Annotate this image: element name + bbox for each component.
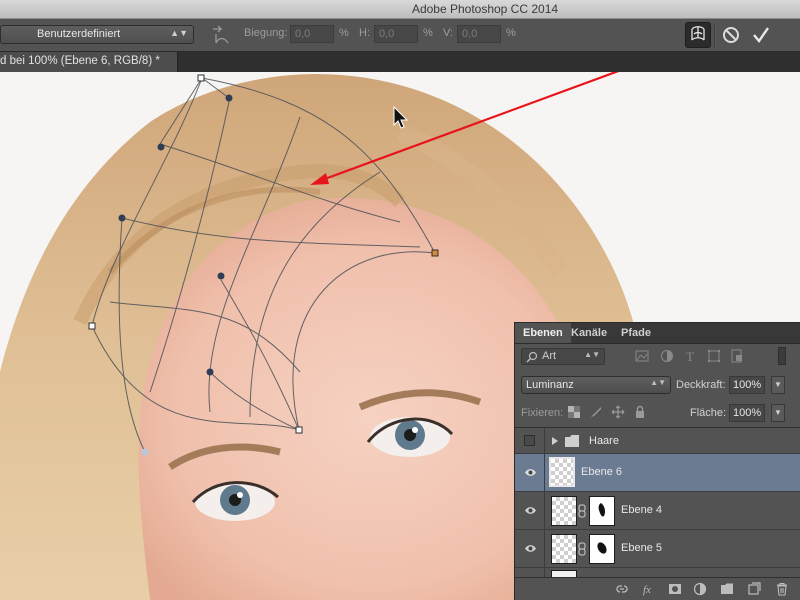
eye-icon[interactable] (524, 542, 537, 555)
filter-toggle-switch[interactable] (778, 347, 786, 365)
layer-filter-select[interactable]: Art ▲▼ (521, 348, 605, 365)
document-tab-label: d bei 100% (Ebene 6, RGB/8) * (0, 55, 160, 67)
visibility-column (515, 428, 545, 453)
cancel-transform-icon[interactable] (720, 24, 742, 46)
layer-row-haare[interactable]: Haare (515, 428, 800, 454)
pixel-layer-filter-icon[interactable] (634, 348, 650, 364)
layer-name: Haare (589, 435, 619, 447)
window-title: Adobe Photoshop CC 2014 (411, 2, 559, 16)
layer-style-fx-icon[interactable]: fx (643, 582, 657, 596)
visibility-column (515, 454, 545, 491)
layer-row-ebene-5[interactable]: Ebene 5 (515, 530, 800, 568)
chevron-updown-icon: ▲▼ (650, 378, 666, 387)
h-unit: % (423, 27, 433, 39)
warp-preset-select[interactable]: Benutzerdefiniert ▲▼ (0, 25, 194, 44)
new-group-folder-icon[interactable] (720, 582, 734, 596)
h-distortion-input[interactable]: 0,0 (374, 25, 418, 43)
lock-image-pixels-icon[interactable] (589, 405, 603, 419)
fill-dropdown-button[interactable]: ▼ (771, 404, 785, 422)
add-mask-icon[interactable] (668, 582, 682, 596)
commit-transform-icon[interactable] (750, 24, 772, 46)
svg-text:fx: fx (643, 584, 651, 596)
blend-mode-select[interactable]: Luminanz ▲▼ (521, 376, 671, 394)
chevron-updown-icon: ▲▼ (170, 28, 188, 38)
mask-shape (597, 542, 607, 554)
lock-label: Fixieren: (521, 407, 564, 419)
link-chain-icon[interactable] (578, 504, 586, 518)
layers-panel-tabs: Ebenen Kanäle Pfade (515, 323, 800, 344)
warp-orientation-icon[interactable] (210, 25, 232, 45)
expand-triangle-icon[interactable] (551, 436, 559, 446)
toolbar-divider (714, 23, 716, 47)
smart-object-filter-icon[interactable] (729, 348, 745, 364)
chevron-updown-icon: ▲▼ (584, 350, 600, 359)
v-distortion-input[interactable]: 0,0 (457, 25, 501, 43)
options-bar: Benutzerdefiniert ▲▼ Biegung: 0,0 % H: 0… (0, 19, 800, 52)
fill-input[interactable]: 100% (729, 404, 765, 422)
layers-list: Haare Ebene 6 Ebene 4 Ebene 5 (515, 427, 800, 580)
opacity-label: Deckkraft: (676, 379, 726, 391)
search-icon (526, 351, 538, 363)
visibility-column (515, 492, 545, 529)
layer-row-ebene-6[interactable]: Ebene 6 (515, 454, 800, 492)
svg-text:T: T (686, 349, 694, 364)
layers-panel: Ebenen Kanäle Pfade Art ▲▼ T Luminanz ▲▼… (514, 322, 800, 600)
bend-unit: % (339, 27, 349, 39)
layer-name: Ebene 5 (621, 542, 662, 554)
shape-layer-filter-icon[interactable] (706, 348, 722, 364)
adjustment-layer-icon[interactable] (693, 582, 707, 596)
bend-label: Biegung: (244, 27, 288, 39)
layer-name: Ebene 4 (621, 504, 662, 516)
folder-icon (565, 435, 579, 447)
link-layers-icon[interactable] (615, 582, 629, 596)
v-label: V: (443, 27, 453, 39)
layer-thumbnail (551, 496, 577, 526)
warp-mode-toggle-button[interactable] (685, 22, 711, 48)
warp-preset-value: Benutzerdefiniert (37, 28, 121, 40)
tab-channels[interactable]: Kanäle (563, 323, 615, 343)
bend-input[interactable]: 0,0 (290, 25, 334, 43)
trash-icon[interactable] (775, 582, 789, 596)
layer-mask-thumbnail[interactable] (589, 534, 615, 564)
layer-thumbnail (549, 457, 575, 487)
eye-icon[interactable] (524, 504, 537, 517)
lock-all-icon[interactable] (633, 405, 647, 419)
v-unit: % (506, 27, 516, 39)
blend-mode-value: Luminanz (526, 379, 574, 391)
layer-thumbnail (551, 534, 577, 564)
mask-shape (598, 503, 605, 517)
h-label: H: (359, 27, 370, 39)
lock-position-icon[interactable] (611, 405, 625, 419)
warp-mesh-icon (691, 26, 705, 41)
eye-icon[interactable] (524, 466, 537, 479)
tab-paths[interactable]: Pfade (613, 323, 659, 343)
opacity-input[interactable]: 100% (729, 376, 765, 394)
document-tab-strip: d bei 100% (Ebene 6, RGB/8) * (0, 52, 800, 73)
type-layer-filter-icon[interactable]: T (683, 348, 699, 364)
fill-label: Fläche: (690, 407, 727, 419)
layer-filter-value: Art (542, 350, 557, 362)
layer-mask-thumbnail[interactable] (589, 496, 615, 526)
link-chain-icon[interactable] (578, 542, 586, 556)
lock-transparent-pixels-icon[interactable] (567, 405, 581, 419)
visibility-checkbox[interactable] (524, 435, 535, 446)
opacity-dropdown-button[interactable]: ▼ (771, 376, 785, 394)
new-layer-icon[interactable] (747, 582, 761, 596)
document-tab[interactable]: d bei 100% (Ebene 6, RGB/8) * (0, 52, 178, 72)
layers-panel-footer: fx (515, 577, 800, 600)
layer-name: Ebene 6 (581, 466, 622, 478)
visibility-column (515, 530, 545, 567)
adjustment-layer-filter-icon[interactable] (659, 348, 675, 364)
title-bar: Adobe Photoshop CC 2014 (0, 0, 800, 19)
layer-row-ebene-4[interactable]: Ebene 4 (515, 492, 800, 530)
